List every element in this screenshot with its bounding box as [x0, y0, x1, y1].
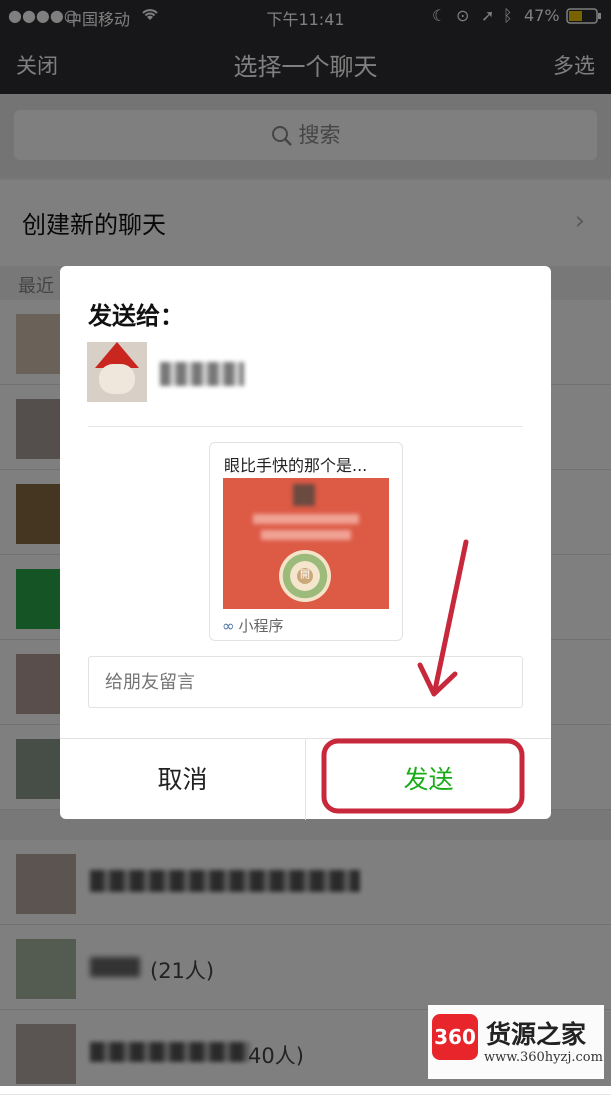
watermark-url: www.360hyzj.com: [484, 1050, 603, 1065]
watermark-logo: 360: [432, 1014, 478, 1060]
send-highlight-box: [321, 738, 525, 814]
watermark: 360 货源之家 www.360hyzj.com: [428, 1005, 604, 1079]
annotation-arrow: [432, 539, 469, 693]
annotation-overlay: [321, 539, 525, 814]
watermark-name: 货源之家: [486, 1020, 587, 1049]
